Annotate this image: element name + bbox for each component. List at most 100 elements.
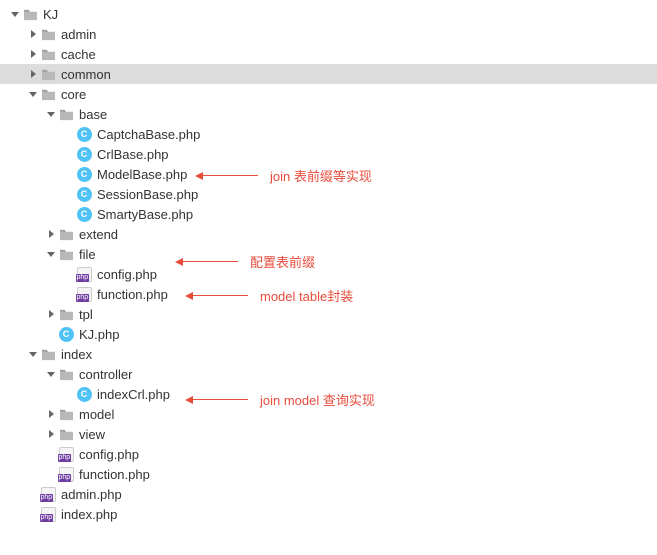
indent-spacer [8, 154, 62, 155]
tree-node-label[interactable]: function.php [79, 467, 150, 482]
tree-node-label[interactable]: tpl [79, 307, 93, 322]
tree-node-label[interactable]: base [79, 107, 107, 122]
folder-icon [58, 106, 74, 122]
php-file-icon [40, 506, 56, 522]
indent-spacer [8, 94, 26, 95]
indent-spacer [8, 294, 62, 295]
tree-row[interactable]: config.php [0, 444, 657, 464]
chevron-down-icon[interactable] [44, 107, 58, 121]
tree-row[interactable]: extend [0, 224, 657, 244]
chevron-down-icon[interactable] [26, 87, 40, 101]
tree-node-label[interactable]: core [61, 87, 86, 102]
chevron-down-icon[interactable] [44, 247, 58, 261]
chevron-right-icon[interactable] [44, 227, 58, 241]
folder-icon [40, 346, 56, 362]
tree-node-label[interactable]: model [79, 407, 114, 422]
tree-row[interactable]: index [0, 344, 657, 364]
php-badge [77, 267, 92, 282]
indent-spacer [8, 354, 26, 355]
file-tree: KJadmin cache common core base C CaptchaBase.p… [0, 4, 657, 524]
chevron-down-icon[interactable] [8, 7, 22, 21]
indent-spacer [8, 454, 44, 455]
tree-node-label[interactable]: KJ [43, 7, 58, 22]
c-badge: C [77, 127, 92, 142]
chevron-down-icon[interactable] [26, 347, 40, 361]
chevron-right-icon[interactable] [44, 307, 58, 321]
php-file-icon [40, 486, 56, 502]
tree-row[interactable]: CKJ.php [0, 324, 657, 344]
chevron-right-icon[interactable] [44, 427, 58, 441]
tree-row[interactable]: C CrlBase.php [0, 144, 657, 164]
tree-row[interactable]: config.php [0, 264, 657, 284]
indent-spacer [8, 414, 44, 415]
tree-row[interactable]: CindexCrl.phpjoin model 查询实现 [0, 384, 657, 404]
chevron-right-icon[interactable] [26, 27, 40, 41]
indent-spacer [8, 174, 62, 175]
indent-spacer [8, 334, 44, 335]
tree-node-label[interactable]: extend [79, 227, 118, 242]
tree-row[interactable]: file配置表前缀 [0, 244, 657, 264]
php-badge [41, 507, 56, 522]
folder-icon [58, 366, 74, 382]
indent-spacer [8, 54, 26, 55]
indent-spacer [8, 514, 26, 515]
tree-row[interactable]: common [0, 64, 657, 84]
tree-row[interactable]: admin [0, 24, 657, 44]
indent-spacer [8, 114, 44, 115]
tree-row[interactable]: view [0, 424, 657, 444]
tree-node-label[interactable]: file [79, 247, 96, 262]
tree-node-label[interactable]: CaptchaBase.php [97, 127, 200, 142]
tree-row[interactable]: CModelBase.phpjoin 表前缀等实现 [0, 164, 657, 184]
tree-row[interactable]: function.php [0, 464, 657, 484]
tree-node-label[interactable]: KJ.php [79, 327, 119, 342]
tree-node-label[interactable]: admin [61, 27, 96, 42]
indent-spacer [8, 34, 26, 35]
tree-node-label[interactable]: controller [79, 367, 132, 382]
tree-row[interactable]: index.php [0, 504, 657, 524]
indent-spacer [8, 434, 44, 435]
tree-node-label[interactable]: index [61, 347, 92, 362]
tree-row[interactable]: core [0, 84, 657, 104]
indent-spacer [8, 474, 44, 475]
class-file-icon: C [76, 146, 92, 162]
c-badge: C [77, 387, 92, 402]
class-file-icon: C [76, 386, 92, 402]
tree-row[interactable]: controller [0, 364, 657, 384]
php-file-icon [58, 466, 74, 482]
tree-row[interactable]: C CaptchaBase.php [0, 124, 657, 144]
indent-spacer [8, 274, 62, 275]
annotation-arrow-head-icon [185, 396, 193, 404]
tree-node-label[interactable]: indexCrl.php [97, 387, 170, 402]
tree-row[interactable]: C SessionBase.php [0, 184, 657, 204]
php-badge [59, 447, 74, 462]
tree-row[interactable]: cache [0, 44, 657, 64]
annotation: model table封装 [185, 286, 353, 305]
tree-node-label[interactable]: common [61, 67, 111, 82]
tree-node-label[interactable]: config.php [97, 267, 157, 282]
tree-row[interactable]: KJ [0, 4, 657, 24]
chevron-right-icon[interactable] [26, 47, 40, 61]
tree-node-label[interactable]: view [79, 427, 105, 442]
tree-node-label[interactable]: CrlBase.php [97, 147, 169, 162]
tree-node-label[interactable]: ModelBase.php [97, 167, 187, 182]
tree-node-label[interactable]: SmartyBase.php [97, 207, 193, 222]
tree-node-label[interactable]: index.php [61, 507, 117, 522]
tree-row[interactable]: tpl [0, 304, 657, 324]
tree-node-label[interactable]: function.php [97, 287, 168, 302]
annotation-arrow-shaft [183, 261, 238, 262]
chevron-down-icon[interactable] [44, 367, 58, 381]
chevron-right-icon[interactable] [26, 67, 40, 81]
folder-icon [58, 246, 74, 262]
tree-node-label[interactable]: cache [61, 47, 96, 62]
tree-row[interactable]: CSmartyBase.php [0, 204, 657, 224]
tree-node-label[interactable]: config.php [79, 447, 139, 462]
tree-row[interactable]: base [0, 104, 657, 124]
indent-spacer [8, 194, 62, 195]
tree-node-label[interactable]: admin.php [61, 487, 122, 502]
tree-row[interactable]: model [0, 404, 657, 424]
tree-row[interactable]: function.php model table封装 [0, 284, 657, 304]
tree-row[interactable]: admin.php [0, 484, 657, 504]
tree-node-label[interactable]: SessionBase.php [97, 187, 198, 202]
c-badge: C [77, 187, 92, 202]
chevron-right-icon[interactable] [44, 407, 58, 421]
